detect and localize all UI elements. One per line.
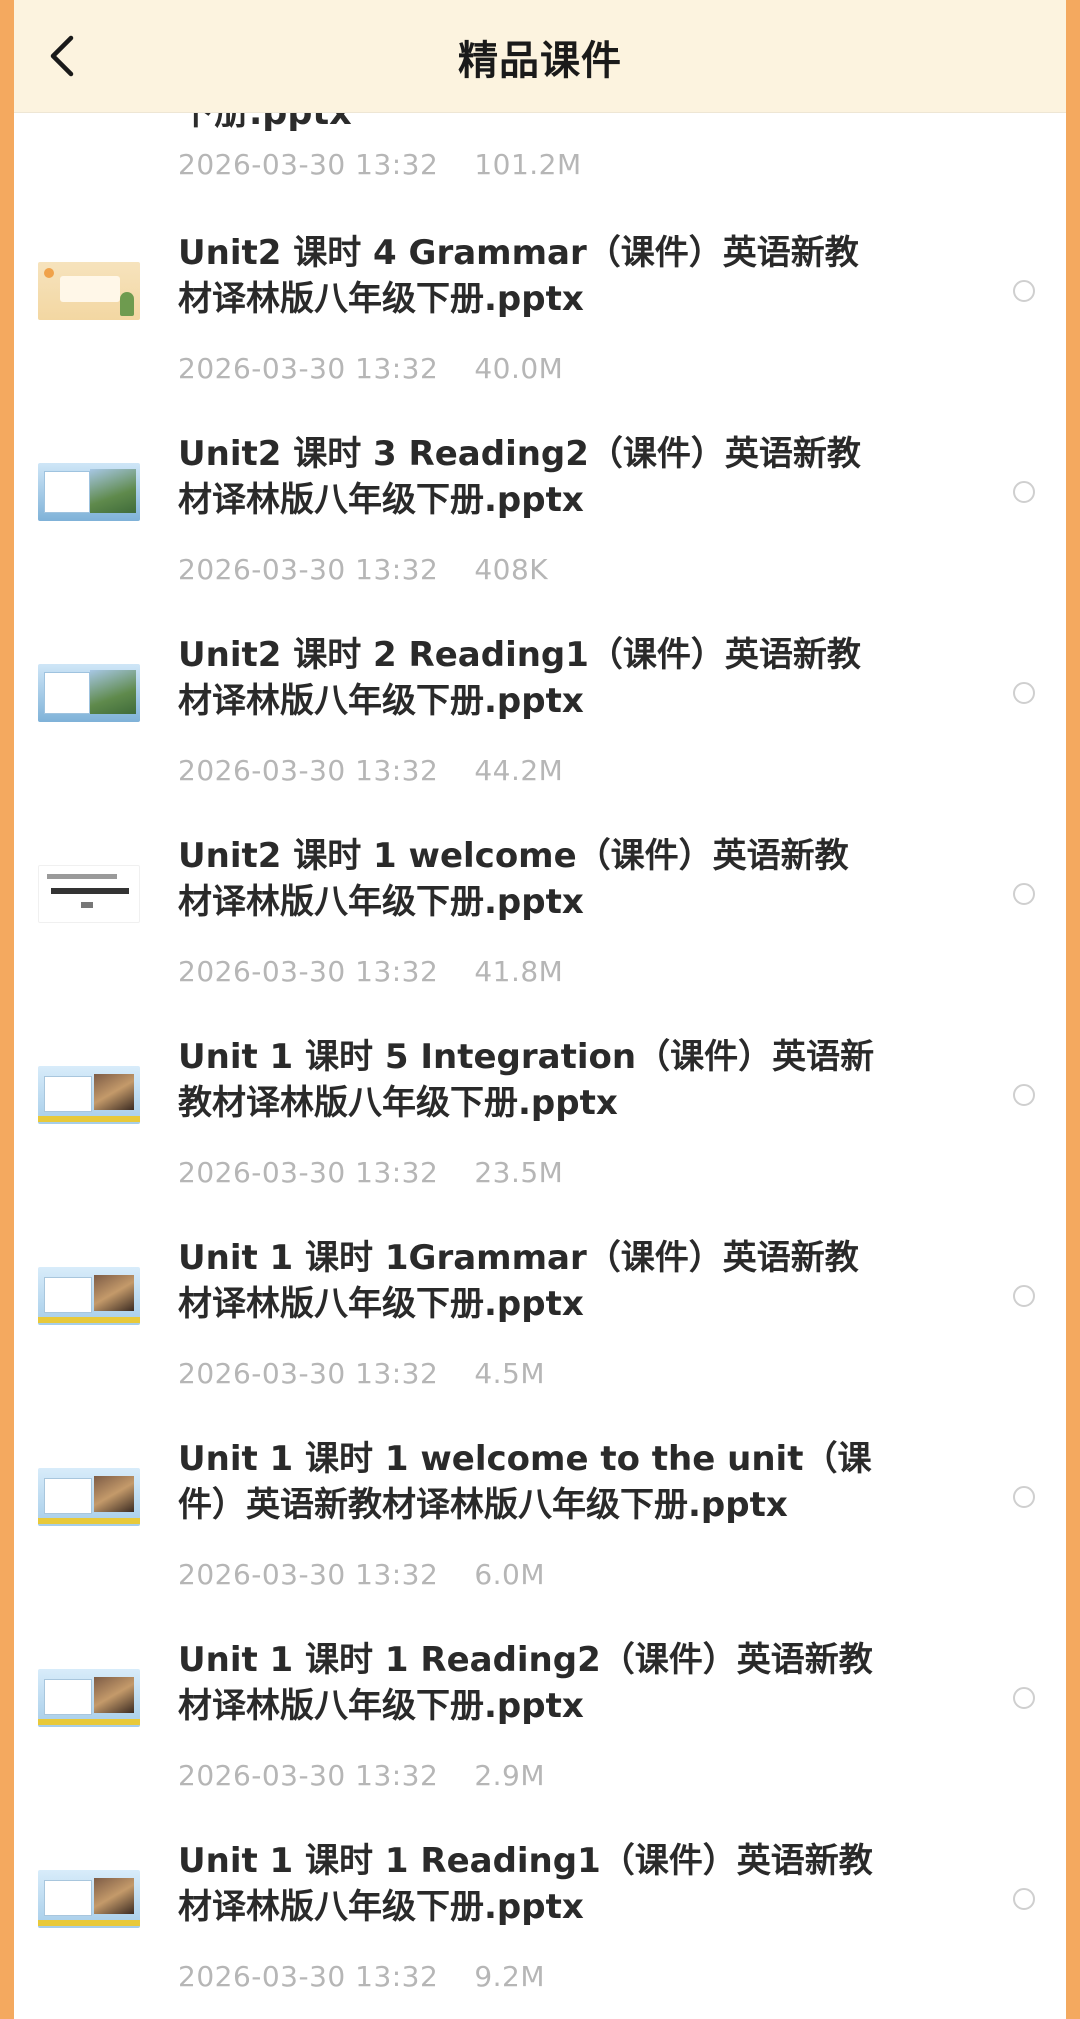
file-name: Unit 1 课时 1Grammar（课件）英语新教材译林版八年级下册.pptx	[178, 1238, 859, 1324]
file-meta: 2026-03-30 13:32 41.8M	[178, 955, 563, 988]
file-meta: 2026-03-30 13:32 44.2M	[178, 754, 563, 787]
file-date: 2026-03-30 13:32	[178, 553, 439, 586]
file-thumbnail	[38, 1468, 140, 1526]
file-meta: 2026-03-30 13:32 23.5M	[178, 1156, 563, 1189]
file-list-item[interactable]: Unit2 课时 2 Reading1（课件）英语新教材译林版八年级下册.ppt…	[14, 626, 1066, 827]
file-list-item[interactable]: Unit 1 课时 1 welcome to the unit（课件）英语新教材…	[14, 1430, 1066, 1631]
select-radio[interactable]	[1013, 1687, 1035, 1709]
file-thumbnail	[38, 1066, 140, 1124]
file-name: Unit2 课时 4 Grammar（课件）英语新教材译林版八年级下册.pptx	[178, 233, 859, 319]
page-title: 精品课件	[458, 38, 622, 84]
file-meta: 2026-03-30 13:32 9.2M	[178, 1960, 545, 1993]
file-thumbnail	[38, 463, 140, 521]
file-date: 2026-03-30 13:32	[178, 1558, 439, 1591]
file-name: Unit2 课时 1 welcome（课件）英语新教材译林版八年级下册.pptx	[178, 836, 849, 922]
file-thumbnail	[38, 262, 140, 320]
select-radio[interactable]	[1013, 682, 1035, 704]
file-thumbnail	[38, 1870, 140, 1928]
file-size: 2.9M	[474, 1759, 546, 1792]
file-list-item[interactable]: Unit 1 课时 5 Integration（课件）英语新教材译林版八年级下册…	[14, 1028, 1066, 1229]
file-meta: 2026-03-30 13:32 408K	[178, 553, 548, 586]
file-name: Unit 1 课时 1 welcome to the unit（课件）英语新教材…	[178, 1439, 872, 1525]
file-date: 2026-03-30 13:32	[178, 352, 439, 385]
file-name: 下册.pptx	[179, 112, 352, 133]
file-meta: 2026-03-30 13:32 6.0M	[178, 1558, 545, 1591]
file-name: Unit 1 课时 5 Integration（课件）英语新教材译林版八年级下册…	[178, 1037, 875, 1123]
file-size: 4.5M	[474, 1357, 546, 1390]
list-item-partial[interactable]: 下册.pptx 2026-03-30 13:32 101.2M	[14, 112, 1066, 202]
file-date: 2026-03-30 13:32	[178, 148, 439, 181]
file-size: 9.2M	[474, 1960, 546, 1993]
select-radio[interactable]	[1013, 1888, 1035, 1910]
select-radio[interactable]	[1013, 1486, 1035, 1508]
file-list-item[interactable]: Unit 1 课时 1Grammar（课件）英语新教材译林版八年级下册.pptx…	[14, 1229, 1066, 1430]
select-radio[interactable]	[1013, 481, 1035, 503]
file-thumbnail	[38, 865, 140, 923]
file-list-item[interactable]: Unit2 课时 1 welcome（课件）英语新教材译林版八年级下册.pptx…	[14, 827, 1066, 1028]
file-date: 2026-03-30 13:32	[178, 955, 439, 988]
file-list-item[interactable]: Unit2 课时 4 Grammar（课件）英语新教材译林版八年级下册.pptx…	[14, 224, 1066, 425]
file-list: Unit2 课时 4 Grammar（课件）英语新教材译林版八年级下册.pptx…	[14, 224, 1066, 2019]
file-size: 408K	[474, 553, 549, 586]
file-list-item[interactable]: Unit 1 课时 1 Reading1（课件）英语新教材译林版八年级下册.pp…	[14, 1832, 1066, 2019]
file-date: 2026-03-30 13:32	[178, 754, 439, 787]
select-radio[interactable]	[1013, 1285, 1035, 1307]
file-date: 2026-03-30 13:32	[178, 1960, 439, 1993]
file-date: 2026-03-30 13:32	[178, 1156, 439, 1189]
file-meta: 2026-03-30 13:32 101.2M	[178, 148, 582, 181]
file-size: 44.2M	[474, 754, 564, 787]
file-name: Unit 1 课时 1 Reading2（课件）英语新教材译林版八年级下册.pp…	[178, 1640, 873, 1726]
file-date: 2026-03-30 13:32	[178, 1357, 439, 1390]
file-name: Unit 1 课时 1 Reading1（课件）英语新教材译林版八年级下册.pp…	[178, 1841, 873, 1927]
screen: 精品课件 下册.pptx 2026-03-30 13:32 101.2M Unit…	[14, 0, 1066, 2019]
file-list-item[interactable]: Unit 1 课时 1 Reading2（课件）英语新教材译林版八年级下册.pp…	[14, 1631, 1066, 1832]
file-size: 6.0M	[474, 1558, 546, 1591]
file-size: 23.5M	[474, 1156, 564, 1189]
file-meta: 2026-03-30 13:32 4.5M	[178, 1357, 545, 1390]
top-bar: 精品课件	[14, 0, 1066, 113]
file-date: 2026-03-30 13:32	[178, 1759, 439, 1792]
file-size: 41.8M	[474, 955, 564, 988]
select-radio[interactable]	[1013, 1084, 1035, 1106]
select-radio[interactable]	[1013, 883, 1035, 905]
file-meta: 2026-03-30 13:32 40.0M	[178, 352, 563, 385]
file-size: 101.2M	[474, 148, 582, 181]
file-thumbnail	[38, 1267, 140, 1325]
file-size: 40.0M	[474, 352, 564, 385]
file-thumbnail	[38, 1669, 140, 1727]
file-name: Unit2 课时 3 Reading2（课件）英语新教材译林版八年级下册.ppt…	[178, 434, 861, 520]
file-list-item[interactable]: Unit2 课时 3 Reading2（课件）英语新教材译林版八年级下册.ppt…	[14, 425, 1066, 626]
select-radio[interactable]	[1013, 280, 1035, 302]
file-name: Unit2 课时 2 Reading1（课件）英语新教材译林版八年级下册.ppt…	[178, 635, 861, 721]
file-meta: 2026-03-30 13:32 2.9M	[178, 1759, 545, 1792]
file-thumbnail	[38, 664, 140, 722]
